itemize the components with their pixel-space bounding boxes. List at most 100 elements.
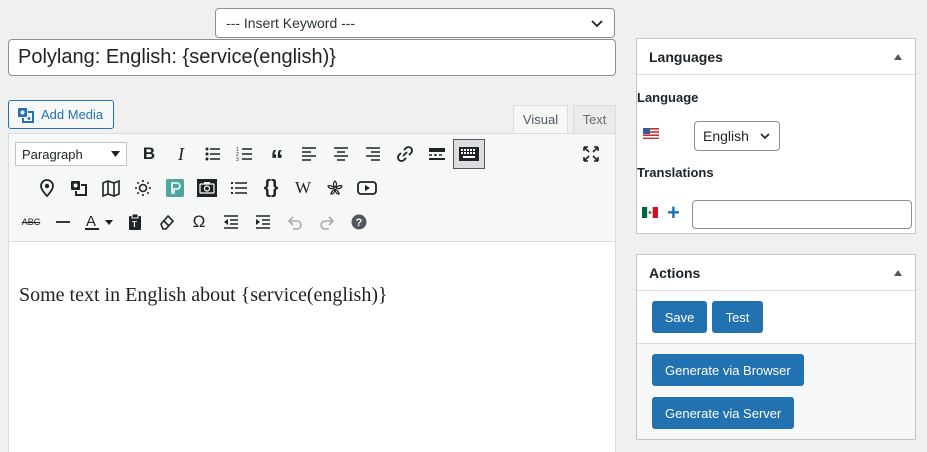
read-more-icon: [429, 148, 445, 160]
translations-label: Translations: [637, 165, 714, 180]
toolbar-row-2: {} W: [31, 171, 383, 205]
actions-title: Actions: [649, 264, 701, 281]
map-pin-button[interactable]: [31, 173, 63, 203]
editor-toolbar: Paragraph B I 123 “ {} W ABC A T Ω ?: [9, 134, 615, 242]
add-media-label: Add Media: [41, 107, 104, 122]
link-icon: [397, 146, 413, 162]
read-more-button[interactable]: [421, 139, 453, 169]
languages-header[interactable]: Languages: [637, 39, 915, 75]
camera-icon: [197, 179, 217, 197]
outdent-button[interactable]: [215, 207, 247, 237]
align-left-button[interactable]: [293, 139, 325, 169]
strikethrough-icon: ABC: [21, 217, 41, 227]
save-button[interactable]: Save: [652, 301, 707, 333]
insert-keyword-select[interactable]: --- Insert Keyword ---: [215, 8, 615, 38]
map-icon: [102, 179, 120, 197]
media-icon: [18, 107, 34, 123]
youtube-button[interactable]: [351, 173, 383, 203]
clear-formatting-button[interactable]: [151, 207, 183, 237]
toolbar-row-3: ABC A T Ω ?: [15, 205, 375, 239]
insert-media-button[interactable]: [63, 173, 95, 203]
pixabay-button[interactable]: [191, 173, 223, 203]
align-center-button[interactable]: [325, 139, 357, 169]
code-button[interactable]: {}: [255, 173, 287, 203]
fullscreen-button[interactable]: [575, 139, 607, 169]
title-value: Polylang: English: {service(english)}: [18, 46, 336, 68]
redo-button[interactable]: [311, 207, 343, 237]
eraser-icon: [160, 214, 175, 230]
numbered-list-button[interactable]: 123: [229, 139, 261, 169]
map-button[interactable]: [95, 173, 127, 203]
toolbar-row-1: Paragraph B I 123 “: [15, 137, 485, 174]
wikipedia-icon: W: [294, 178, 312, 197]
editor: Paragraph B I 123 “ {} W ABC A T Ω ? Som…: [8, 133, 616, 452]
add-media-button[interactable]: Add Media: [8, 100, 114, 129]
pexels-button[interactable]: [159, 173, 191, 203]
link-button[interactable]: [389, 139, 421, 169]
actions-header[interactable]: Actions: [637, 255, 915, 291]
outdent-icon: [224, 215, 238, 229]
test-button[interactable]: Test: [712, 301, 763, 333]
quote-icon: “: [270, 144, 284, 174]
numbered-list-icon: 123: [236, 147, 252, 163]
horizontal-line-button[interactable]: [47, 207, 79, 237]
bold-button[interactable]: B: [133, 139, 165, 169]
caret-up-icon: [894, 53, 902, 60]
insert-keyword-label: --- Insert Keyword ---: [226, 15, 356, 31]
expand-icon: [583, 146, 599, 162]
align-left-icon: [302, 147, 316, 161]
blockquote-button[interactable]: “: [261, 139, 293, 174]
horizontal-line-icon: [56, 221, 70, 223]
align-right-button[interactable]: [357, 139, 389, 169]
caret-up-icon: [894, 269, 902, 276]
italic-icon: I: [178, 143, 184, 164]
map-pin-icon: [40, 179, 54, 197]
special-character-button[interactable]: Ω: [183, 207, 215, 237]
indent-button[interactable]: [247, 207, 279, 237]
align-right-icon: [366, 147, 380, 161]
language-value: English: [703, 128, 749, 144]
language-select[interactable]: English: [694, 121, 780, 151]
editor-content[interactable]: Some text in English about {service(engl…: [9, 242, 615, 349]
brightness-button[interactable]: [127, 173, 159, 203]
toolbar-toggle-button[interactable]: [453, 139, 485, 169]
bullet-list-icon: [205, 147, 220, 161]
keyboard-icon: [459, 147, 479, 161]
strikethrough-button[interactable]: ABC: [15, 207, 47, 237]
languages-title: Languages: [649, 48, 723, 65]
title-input[interactable]: Polylang: English: {service(english)}: [8, 39, 616, 76]
content-paragraph: Some text in English about {service(engl…: [19, 284, 388, 306]
omega-icon: Ω: [192, 212, 206, 231]
format-select[interactable]: Paragraph: [15, 142, 127, 166]
media-icon: [71, 181, 87, 196]
list-button[interactable]: [223, 173, 255, 203]
translation-input[interactable]: [692, 200, 912, 229]
tab-text[interactable]: Text: [573, 105, 616, 133]
generate-actions: Generate via Browser Generate via Server: [637, 344, 915, 439]
add-translation-icon[interactable]: +: [667, 202, 680, 224]
wikipedia-button[interactable]: W: [287, 173, 319, 203]
braces-icon: {}: [263, 177, 279, 198]
help-icon: ?: [351, 214, 367, 230]
bullet-list-button[interactable]: [197, 139, 229, 169]
generate-server-button[interactable]: Generate via Server: [652, 397, 795, 429]
clipboard-icon: T: [129, 213, 141, 230]
bold-icon: B: [142, 144, 156, 163]
actions-row: Save Test: [637, 291, 915, 344]
format-value: Paragraph: [22, 146, 83, 162]
svg-text:A: A: [86, 213, 96, 230]
caret-down-icon: [111, 151, 120, 157]
paste-text-button[interactable]: T: [119, 207, 151, 237]
svg-text:?: ?: [356, 217, 363, 229]
align-center-icon: [334, 147, 348, 161]
text-color-button[interactable]: A: [79, 207, 119, 237]
generate-browser-button[interactable]: Generate via Browser: [652, 354, 804, 386]
italic-button[interactable]: I: [165, 139, 197, 169]
help-button[interactable]: ?: [343, 207, 375, 237]
undo-button[interactable]: [279, 207, 311, 237]
yelp-button[interactable]: [319, 173, 351, 203]
language-label: Language: [637, 90, 699, 105]
svg-text:T: T: [132, 220, 137, 229]
languages-box: Languages Language English Translations …: [636, 38, 916, 234]
tab-visual[interactable]: Visual: [513, 105, 568, 133]
